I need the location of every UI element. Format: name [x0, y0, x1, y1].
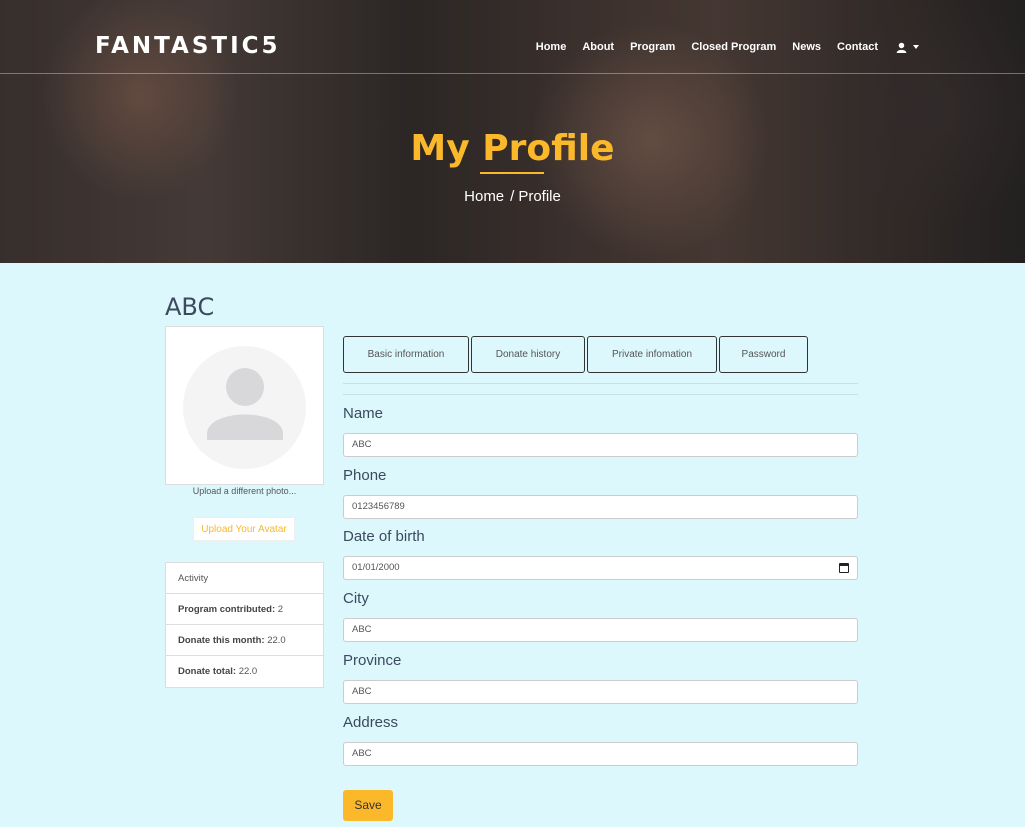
calendar-icon[interactable] [839, 563, 849, 573]
activity-label: Program contributed: [178, 604, 276, 615]
activity-panel: Activity Program contributed: 2 Donate t… [165, 562, 324, 688]
hero-banner: FANTASTIC5 Home About Program Closed Pro… [0, 0, 1025, 263]
tab-basic-information[interactable]: Basic information [343, 336, 469, 373]
nav-menu: Home About Program Closed Program News C… [520, 41, 919, 53]
user-icon [896, 42, 907, 53]
breadcrumb: Home / Profile [0, 188, 1025, 205]
activity-value: 2 [277, 604, 284, 615]
province-label: Province [343, 652, 402, 669]
nav-contact[interactable]: Contact [837, 41, 878, 53]
avatar-frame [165, 326, 324, 485]
profile-tabs: Basic information Donate history Private… [343, 336, 810, 373]
user-menu-toggle[interactable] [896, 42, 919, 53]
activity-label: Donate this month: [178, 635, 265, 646]
activity-header: Activity [166, 563, 323, 594]
avatar [183, 346, 306, 469]
breadcrumb-home[interactable]: Home [464, 188, 504, 205]
chevron-down-icon [913, 45, 919, 49]
dob-label: Date of birth [343, 528, 425, 545]
profile-name: ABC [165, 293, 215, 321]
title-underline [480, 172, 544, 174]
activity-value: 22.0 [267, 635, 286, 646]
breadcrumb-separator: / [510, 188, 515, 205]
city-input[interactable]: ABC [343, 618, 858, 642]
page-title: My Profile [410, 128, 615, 169]
activity-label: Donate total: [178, 666, 237, 677]
brand-logo[interactable]: FANTASTIC5 [95, 33, 281, 59]
phone-label: Phone [343, 467, 387, 484]
name-label: Name [343, 405, 384, 422]
activity-row: Program contributed: 2 [166, 594, 323, 625]
dob-value: 01/01/2000 [352, 562, 400, 573]
nav-program[interactable]: Program [630, 41, 675, 53]
divider [343, 394, 858, 395]
province-input[interactable]: ABC [343, 680, 858, 704]
divider [343, 383, 858, 384]
tab-private-information[interactable]: Private infomation [587, 336, 717, 373]
activity-value: 22.0 [238, 666, 258, 677]
activity-row: Donate this month: 22.0 [166, 625, 323, 656]
address-label: Address [343, 714, 399, 731]
tab-donate-history[interactable]: Donate history [471, 336, 585, 373]
nav-news[interactable]: News [792, 41, 821, 53]
dob-input[interactable]: 01/01/2000 [343, 556, 858, 580]
user-placeholder-icon [207, 368, 283, 440]
nav-closed-program[interactable]: Closed Program [691, 41, 776, 53]
save-button[interactable]: Save [343, 790, 393, 821]
upload-photo-hint: Upload a different photo... [192, 486, 297, 496]
tab-password[interactable]: Password [719, 336, 808, 373]
breadcrumb-current: Profile [518, 188, 561, 205]
address-input[interactable]: ABC [343, 742, 858, 766]
activity-row: Donate total: 22.0 [166, 656, 323, 687]
nav-home[interactable]: Home [536, 41, 567, 53]
navbar: FANTASTIC5 Home About Program Closed Pro… [0, 0, 1025, 74]
upload-avatar-button[interactable]: Upload Your Avatar [193, 517, 295, 541]
nav-about[interactable]: About [582, 41, 614, 53]
phone-input[interactable]: 0123456789 [343, 495, 858, 519]
city-label: City [343, 590, 369, 607]
name-input[interactable]: ABC [343, 433, 858, 457]
